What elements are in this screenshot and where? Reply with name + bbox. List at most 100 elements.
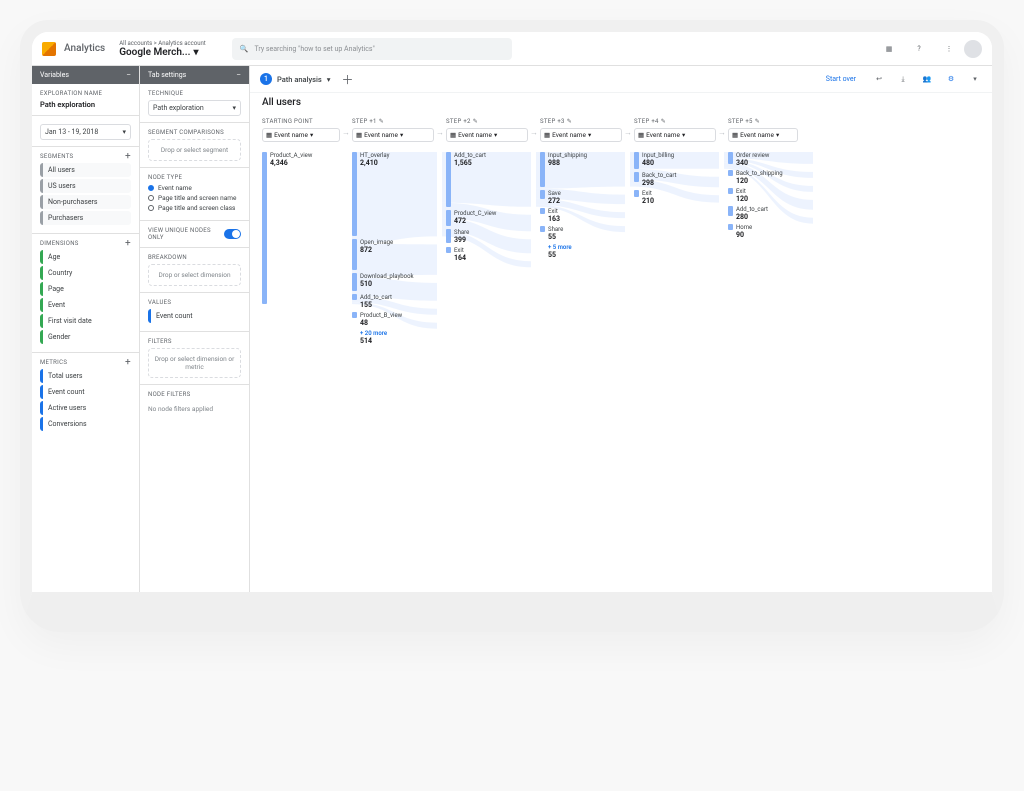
search-input[interactable]: 🔍 Try searching "how to set up Analytics…	[232, 38, 512, 60]
segment-dropzone[interactable]: Drop or select segment	[148, 139, 241, 161]
step-header: STEP +5 ✎	[728, 118, 798, 125]
help-icon[interactable]: ?	[912, 42, 926, 56]
unique-nodes-toggle[interactable]	[224, 229, 241, 239]
nodetype-radio[interactable]: Page title and screen name	[148, 194, 241, 202]
path-node[interactable]: Home90	[728, 224, 810, 239]
path-node[interactable]: Product_B_view48	[352, 312, 434, 327]
node-type-selector[interactable]: ▦ Event name ▾	[634, 128, 716, 142]
chevron-down-icon: ▾	[122, 128, 126, 136]
path-node[interactable]: Order review340	[728, 152, 810, 167]
more-nodes-link[interactable]: + 5 more55	[548, 244, 622, 259]
path-node[interactable]: Open_image872	[352, 239, 434, 270]
edit-icon[interactable]: ✎	[473, 118, 478, 125]
segment-chip[interactable]: Purchasers	[40, 211, 131, 225]
edit-icon[interactable]: ✎	[567, 118, 572, 125]
dimension-chip[interactable]: Age	[40, 250, 131, 264]
arrow-icon: →	[342, 128, 350, 137]
chevron-down-icon: ▾	[232, 104, 236, 112]
product-name: Analytics	[64, 43, 105, 54]
more-icon[interactable]: ⋮	[942, 42, 956, 56]
path-node[interactable]: Add_to_cart280	[728, 206, 810, 221]
arrow-icon: →	[718, 128, 726, 137]
arrow-icon: →	[436, 128, 444, 137]
step-header: STEP +4 ✎	[634, 118, 716, 125]
dimension-chip[interactable]: Country	[40, 266, 131, 280]
values-chip[interactable]: Event count	[148, 309, 241, 323]
edit-icon[interactable]: ✎	[379, 118, 384, 125]
dimension-chip[interactable]: Event	[40, 298, 131, 312]
segment-chip[interactable]: US users	[40, 179, 131, 193]
path-node[interactable]: HT_overlay2,410	[352, 152, 434, 236]
metric-chip[interactable]: Active users	[40, 401, 131, 415]
canvas-title: All users	[250, 93, 992, 112]
settings-icon[interactable]: ⚙	[944, 72, 958, 86]
download-icon[interactable]: ⤓	[896, 72, 910, 86]
path-node[interactable]: Product_A_view4,346	[262, 152, 340, 304]
breadcrumb: All accounts > Analytics account	[119, 40, 206, 47]
metric-chip[interactable]: Conversions	[40, 417, 131, 431]
avatar[interactable]	[964, 40, 982, 58]
more-nodes-link[interactable]: + 20 more514	[360, 330, 434, 345]
start-over-button[interactable]: Start over	[826, 75, 856, 83]
node-type-selector[interactable]: ▦ Event name ▾	[262, 128, 340, 142]
filters-dropzone[interactable]: Drop or select dimension or metric	[148, 348, 241, 378]
node-type-selector[interactable]: ▦ Event name ▾	[352, 128, 434, 142]
path-node[interactable]: Input_shipping988	[540, 152, 622, 187]
account-block[interactable]: All accounts > Analytics account Google …	[119, 40, 206, 58]
path-node[interactable]: Exit163	[540, 208, 622, 223]
path-node[interactable]: Share399	[446, 229, 528, 244]
segment-chip[interactable]: Non-purchasers	[40, 195, 131, 209]
path-node[interactable]: Back_to_cart298	[634, 172, 716, 187]
share-icon[interactable]: 👥	[920, 72, 934, 86]
tab-path-analysis[interactable]: 1 Path analysis ▾	[260, 73, 331, 85]
analytics-logo-icon	[42, 42, 56, 56]
path-node[interactable]: Save272	[540, 190, 622, 205]
node-type-selector[interactable]: ▦ Event name ▾	[446, 128, 528, 142]
path-chart[interactable]: STARTING POINT ▦ Event name ▾ → STEP +1 …	[250, 112, 992, 592]
node-type-selector[interactable]: ▦ Event name ▾	[728, 128, 798, 142]
dimension-chip[interactable]: Gender	[40, 330, 131, 344]
path-node[interactable]: Product_C_view472	[446, 210, 528, 227]
apps-icon[interactable]: ▦	[882, 42, 896, 56]
date-range-selector[interactable]: Jan 13 - 19, 2018▾	[40, 124, 131, 140]
undo-icon[interactable]: ↩	[872, 72, 886, 86]
metric-chip[interactable]: Total users	[40, 369, 131, 383]
chevron-down-icon: ▾	[193, 47, 198, 58]
edit-icon[interactable]: ✎	[755, 118, 760, 125]
add-segment-button[interactable]: +	[125, 154, 131, 160]
segment-chip[interactable]: All users	[40, 163, 131, 177]
workspace: Variables – Exploration name Path explor…	[32, 66, 992, 592]
dimension-chip[interactable]: First visit date	[40, 314, 131, 328]
path-node[interactable]: Download_playbook510	[352, 273, 434, 291]
dimension-chip[interactable]: Page	[40, 282, 131, 296]
technique-selector[interactable]: Path exploration▾	[148, 100, 241, 116]
add-dimension-button[interactable]: +	[125, 241, 131, 247]
edit-icon[interactable]: ✎	[661, 118, 666, 125]
search-icon: 🔍	[240, 45, 249, 53]
add-metric-button[interactable]: +	[125, 360, 131, 366]
metric-chip[interactable]: Event count	[40, 385, 131, 399]
path-node[interactable]: Back_to_shipping120	[728, 170, 810, 185]
breakdown-dropzone[interactable]: Drop or select dimension	[148, 264, 241, 286]
laptop-frame: Analytics All accounts > Analytics accou…	[20, 20, 1004, 632]
path-node[interactable]: Share55	[540, 226, 622, 241]
path-node[interactable]: Add_to_cart155	[352, 294, 434, 309]
path-node[interactable]: Add_to_cart1,565	[446, 152, 528, 207]
nodetype-radio[interactable]: Page title and screen class	[148, 204, 241, 212]
tab-number-badge: 1	[260, 73, 272, 85]
variables-header: Variables –	[32, 66, 139, 84]
add-tab-button[interactable]: ＋	[341, 72, 355, 86]
path-node[interactable]: Input_billing480	[634, 152, 716, 169]
account-selector: Google Merch... ▾	[119, 47, 206, 58]
tab-settings-panel: Tab settings – TECHNIQUE Path exploratio…	[140, 66, 250, 592]
collapse-icon[interactable]: –	[236, 71, 241, 79]
collapse-icon[interactable]: –	[126, 71, 131, 79]
path-node[interactable]: Exit120	[728, 188, 810, 203]
path-node[interactable]: Exit210	[634, 190, 716, 205]
more-icon[interactable]: ▾	[968, 72, 982, 86]
path-node[interactable]: Exit164	[446, 247, 528, 262]
exploration-name[interactable]: Path exploration	[40, 100, 131, 109]
node-type-selector[interactable]: ▦ Event name ▾	[540, 128, 622, 142]
nodetype-radio[interactable]: Event name	[148, 184, 241, 192]
canvas: 1 Path analysis ▾ ＋ Start over ↩ ⤓ 👥 ⚙ ▾…	[250, 66, 992, 592]
